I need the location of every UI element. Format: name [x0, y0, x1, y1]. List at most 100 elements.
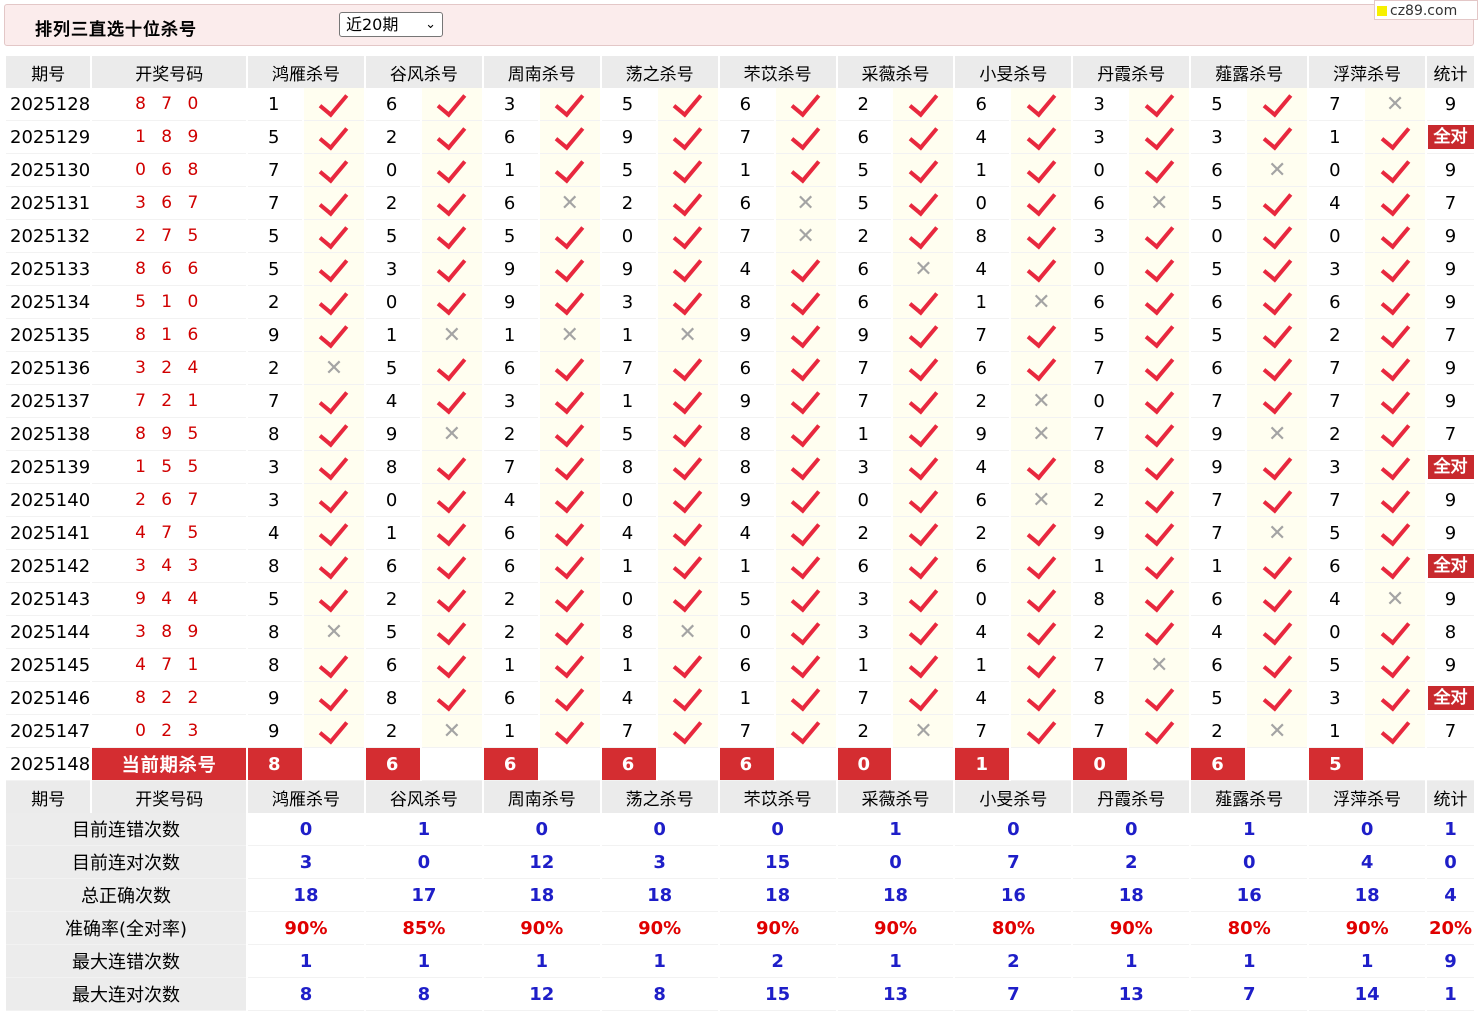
kill-number-cell: 6 [1073, 286, 1128, 319]
result-wrong-cell: ✕ [303, 616, 364, 649]
result-correct-cell [1365, 451, 1426, 484]
check-icon [790, 121, 821, 150]
current-kill-number: 1 [955, 748, 1010, 781]
kill-number-cell: 5 [483, 220, 538, 253]
table-header-row: 期号 开奖号码 鸿雁杀号 谷风杀号 周南杀号 荡之杀号 芣苡杀号 采薇杀号 小旻杀号 丹霞杀号 薤露… [6, 56, 1474, 88]
col-header-draw: 开奖号码 [92, 781, 246, 813]
result-correct-cell [1129, 583, 1190, 616]
stat-count: 9 [1444, 225, 1457, 247]
check-icon [319, 220, 349, 249]
check-icon [1380, 187, 1410, 216]
stat-cell: 9 [1427, 517, 1474, 550]
kill-number-cell: 7 [1073, 649, 1128, 682]
stat-cell: 7 [1427, 187, 1474, 220]
stat-count: 9 [1444, 654, 1457, 676]
kill-number-cell: 7 [248, 187, 302, 220]
result-correct-cell [539, 352, 600, 385]
result-correct-cell [421, 484, 482, 517]
stats-value: 16 [1191, 879, 1308, 912]
check-icon [437, 682, 467, 711]
period-select[interactable]: 近20期 ⌄ [339, 12, 443, 37]
stats-value: 0 [365, 846, 482, 879]
check-icon [319, 484, 349, 513]
result-correct-cell [303, 583, 364, 616]
stats-value: 0 [719, 813, 836, 846]
check-icon [437, 583, 467, 612]
stats-label: 总正确次数 [6, 879, 246, 912]
kill-number-cell: 4 [483, 484, 538, 517]
result-correct-cell [1247, 286, 1308, 319]
result-correct-cell [893, 550, 954, 583]
check-icon [1144, 583, 1175, 612]
kill-number-cell: 6 [365, 88, 420, 121]
empty-cell [1247, 748, 1308, 781]
result-correct-cell [1365, 253, 1426, 286]
check-icon [790, 286, 821, 315]
result-correct-cell [1129, 451, 1190, 484]
col-header-period: 期号 [6, 781, 91, 813]
period-cell: 2025137 [6, 385, 91, 418]
result-correct-cell [539, 253, 600, 286]
draw-number-cell: 0 6 8 [92, 154, 246, 187]
result-correct-cell [775, 418, 836, 451]
result-correct-cell [1129, 385, 1190, 418]
result-correct-cell [539, 385, 600, 418]
stats-value: 1 [837, 945, 954, 978]
stats-value: 4 [1309, 846, 1426, 879]
cross-icon: ✕ [1385, 586, 1405, 612]
check-icon [790, 517, 821, 546]
kill-number-cell: 1 [955, 649, 1010, 682]
stats-value: 18 [483, 879, 600, 912]
check-icon [1026, 319, 1057, 348]
check-icon [1144, 319, 1175, 348]
result-wrong-cell: ✕ [657, 319, 718, 352]
stats-value: 0 [248, 813, 364, 846]
kill-number-cell: 5 [365, 616, 420, 649]
kill-number-cell: 0 [1309, 154, 1364, 187]
kill-number-cell: 2 [365, 187, 420, 220]
empty-cell [657, 748, 718, 781]
table-row: 2025131 3 6 7 7 2 6 ✕ 2 6 ✕ 5 0 6 ✕ 5 4 7 [6, 187, 1474, 220]
kill-number-cell: 6 [955, 484, 1010, 517]
result-correct-cell [1365, 154, 1426, 187]
result-correct-cell [1129, 253, 1190, 286]
stats-value: 0 [1191, 846, 1308, 879]
kill-number-cell: 4 [955, 253, 1010, 286]
result-correct-cell [1247, 649, 1308, 682]
page-header: 排列三直选十位杀号 近20期 ⌄ [4, 4, 1474, 46]
kill-number-cell: 8 [248, 649, 302, 682]
stats-value: 90% [719, 912, 836, 945]
result-correct-cell [657, 121, 718, 154]
kill-number-cell: 3 [1309, 451, 1364, 484]
kill-number-cell: 9 [601, 121, 656, 154]
check-icon [1144, 550, 1175, 579]
result-correct-cell [539, 517, 600, 550]
kill-number-cell: 1 [483, 319, 538, 352]
result-correct-cell [657, 286, 718, 319]
check-icon [319, 286, 349, 315]
result-correct-cell [539, 715, 600, 748]
kill-number-cell: 6 [719, 187, 774, 220]
check-icon [554, 649, 585, 678]
kill-number-cell: 3 [1073, 88, 1128, 121]
check-icon [1380, 649, 1410, 678]
draw-number-cell: 8 7 0 [92, 88, 246, 121]
check-icon [319, 385, 349, 414]
kill-number-cell: 4 [1309, 187, 1364, 220]
kill-number-cell: 5 [1191, 88, 1246, 121]
kill-number-cell: 4 [955, 682, 1010, 715]
stats-value: 1 [1073, 945, 1190, 978]
stat-cell: 9 [1427, 88, 1474, 121]
table-row: 2025143 9 4 4 5 2 2 0 5 3 0 8 6 4 ✕ 9 [6, 583, 1474, 616]
result-correct-cell [1365, 187, 1426, 220]
result-correct-cell [775, 319, 836, 352]
stats-value: 13 [837, 978, 954, 1011]
result-correct-cell [1129, 550, 1190, 583]
kill-number-cell: 4 [601, 517, 656, 550]
stat-cell: 9 [1427, 385, 1474, 418]
check-icon [1144, 616, 1175, 645]
stats-value: 14 [1309, 978, 1426, 1011]
site-watermark[interactable]: cz89.com [1374, 0, 1478, 20]
kill-number-cell: 5 [837, 187, 892, 220]
check-icon [1026, 649, 1057, 678]
